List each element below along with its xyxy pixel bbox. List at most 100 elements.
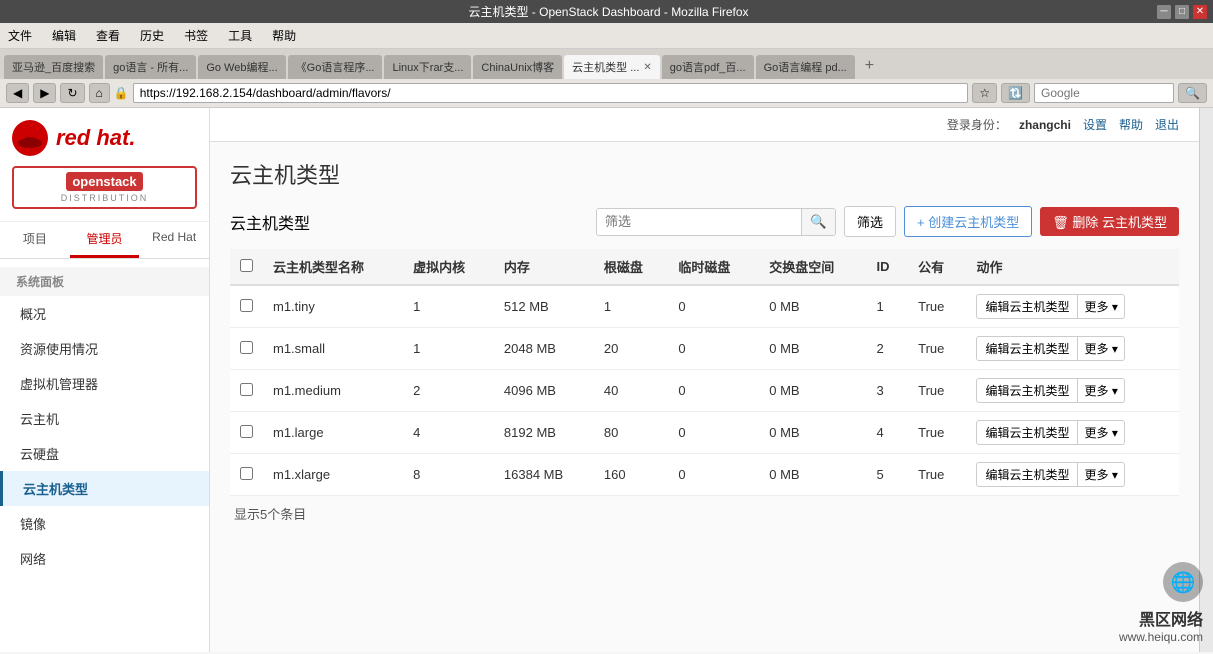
lock-icon: 🔒 bbox=[114, 86, 129, 100]
sidebar-item-flavors[interactable]: 云主机类型 bbox=[0, 471, 209, 506]
new-tab-button[interactable]: + bbox=[857, 53, 882, 79]
row-public: True bbox=[908, 328, 966, 370]
table-row: m1.tiny 1 512 MB 1 0 0 MB 1 True 编辑云主机类型… bbox=[230, 285, 1179, 328]
row-checkbox-cell bbox=[230, 370, 263, 412]
more-actions-button-4[interactable]: 更多 ▾ bbox=[1078, 462, 1124, 487]
section-title: 云主机类型 bbox=[230, 210, 310, 234]
row-checkbox-1[interactable] bbox=[240, 341, 253, 354]
tab-close-icon[interactable]: ✕ bbox=[643, 62, 651, 73]
browser-search-input[interactable] bbox=[1034, 83, 1174, 103]
row-checkbox-4[interactable] bbox=[240, 467, 253, 480]
row-name: m1.large bbox=[263, 412, 403, 454]
search-button[interactable]: 🔍 bbox=[801, 209, 835, 235]
delete-flavor-button[interactable]: 🗑 删除 云主机类型 bbox=[1040, 207, 1179, 236]
table-row: m1.small 1 2048 MB 20 0 0 MB 2 True 编辑云主… bbox=[230, 328, 1179, 370]
row-actions: 编辑云主机类型更多 ▾ bbox=[966, 370, 1179, 412]
menu-help[interactable]: 帮助 bbox=[268, 25, 300, 46]
menu-file[interactable]: 文件 bbox=[4, 25, 36, 46]
tab-admin[interactable]: 管理员 bbox=[70, 222, 140, 258]
table-header-row: 云主机类型名称 虚拟内核 内存 根磁盘 临时磁盘 交换盘空间 ID 公有 动作 bbox=[230, 249, 1179, 285]
more-actions-button-3[interactable]: 更多 ▾ bbox=[1078, 420, 1124, 445]
tabs-bar: 亚马逊_百度搜索 go语言 - 所有... Go Web编程... 《Go语言程… bbox=[0, 49, 1213, 79]
create-flavor-button[interactable]: + 创建云主机类型 bbox=[904, 206, 1032, 237]
sidebar-item-resource-usage[interactable]: 资源使用情况 bbox=[0, 331, 209, 366]
col-ram: 内存 bbox=[494, 249, 594, 285]
sidebar-item-overview[interactable]: 概况 bbox=[0, 296, 209, 331]
browser-tab-8[interactable]: Go语言编程 pd... bbox=[756, 55, 855, 79]
login-label: 登录身份： bbox=[947, 116, 1007, 133]
browser-tab-3[interactable]: 《Go语言程序... bbox=[288, 55, 383, 79]
col-vcpus: 虚拟内核 bbox=[403, 249, 494, 285]
refresh-button[interactable]: 🔃 bbox=[1001, 83, 1030, 103]
close-button[interactable]: ✕ bbox=[1193, 5, 1207, 19]
row-ephemeral: 0 bbox=[668, 370, 759, 412]
browser-tab-1[interactable]: go语言 - 所有... bbox=[105, 55, 196, 79]
edit-flavor-button-3[interactable]: 编辑云主机类型 bbox=[976, 420, 1078, 445]
sidebar-item-instances[interactable]: 云主机 bbox=[0, 401, 209, 436]
edit-flavor-button-4[interactable]: 编辑云主机类型 bbox=[976, 462, 1078, 487]
menu-edit[interactable]: 编辑 bbox=[48, 25, 80, 46]
row-checkbox-0[interactable] bbox=[240, 299, 253, 312]
row-swap: 0 MB bbox=[759, 285, 866, 328]
row-ephemeral: 0 bbox=[668, 285, 759, 328]
tab-redhat[interactable]: Red Hat bbox=[139, 222, 209, 258]
row-ephemeral: 0 bbox=[668, 412, 759, 454]
back-button[interactable]: ◀ bbox=[6, 83, 29, 103]
more-actions-button-2[interactable]: 更多 ▾ bbox=[1078, 378, 1124, 403]
watermark: 🌐 黑区网络 www.heiqu.com bbox=[1119, 562, 1203, 644]
row-checkbox-3[interactable] bbox=[240, 425, 253, 438]
help-link[interactable]: 帮助 bbox=[1119, 116, 1143, 133]
watermark-url: www.heiqu.com bbox=[1119, 630, 1203, 644]
tab-label: Go Web编程... bbox=[206, 59, 277, 75]
edit-flavor-button-0[interactable]: 编辑云主机类型 bbox=[976, 294, 1078, 319]
table-row: m1.medium 2 4096 MB 40 0 0 MB 3 True 编辑云… bbox=[230, 370, 1179, 412]
bookmark-button[interactable]: ☆ bbox=[972, 83, 997, 103]
forward-button[interactable]: ▶ bbox=[33, 83, 56, 103]
edit-flavor-button-1[interactable]: 编辑云主机类型 bbox=[976, 336, 1078, 361]
sidebar-item-volumes[interactable]: 云硬盘 bbox=[0, 436, 209, 471]
col-disk: 根磁盘 bbox=[594, 249, 668, 285]
filter-button[interactable]: 筛选 bbox=[844, 206, 896, 237]
sidebar-logo-area: red hat. openstack DISTRIBUTION bbox=[0, 108, 209, 222]
address-input[interactable] bbox=[133, 83, 969, 103]
menu-history[interactable]: 历史 bbox=[136, 25, 168, 46]
browser-tab-5[interactable]: ChinaUnix博客 bbox=[473, 55, 562, 79]
sidebar-item-hypervisor[interactable]: 虚拟机管理器 bbox=[0, 366, 209, 401]
reload-button[interactable]: ↻ bbox=[60, 83, 84, 103]
more-actions-button-0[interactable]: 更多 ▾ bbox=[1078, 294, 1124, 319]
content-area: 云主机类型 云主机类型 🔍 筛选 + 创建云主机类型 🗑 删除 云主机类型 bbox=[210, 142, 1199, 547]
menu-view[interactable]: 查看 bbox=[92, 25, 124, 46]
select-all-checkbox[interactable] bbox=[240, 259, 253, 272]
minimize-button[interactable]: ─ bbox=[1157, 5, 1171, 19]
browser-tab-0[interactable]: 亚马逊_百度搜索 bbox=[4, 55, 103, 79]
col-checkbox bbox=[230, 249, 263, 285]
menu-tools[interactable]: 工具 bbox=[224, 25, 256, 46]
browser-tab-6[interactable]: 云主机类型 ... ✕ bbox=[564, 55, 660, 79]
row-vcpus: 2 bbox=[403, 370, 494, 412]
tab-project[interactable]: 项目 bbox=[0, 222, 70, 258]
app-container: red hat. openstack DISTRIBUTION 项目 管理员 R… bbox=[0, 108, 1213, 652]
row-actions: 编辑云主机类型更多 ▾ bbox=[966, 412, 1179, 454]
redhat-hat-icon bbox=[12, 120, 48, 156]
menu-bookmarks[interactable]: 书签 bbox=[180, 25, 212, 46]
maximize-button[interactable]: □ bbox=[1175, 5, 1189, 19]
sidebar-item-images[interactable]: 镜像 bbox=[0, 506, 209, 541]
tab-label: ChinaUnix博客 bbox=[481, 59, 554, 75]
browser-tab-7[interactable]: go语言pdf_百... bbox=[662, 55, 754, 79]
logout-link[interactable]: 退出 bbox=[1155, 116, 1179, 133]
search-go-button[interactable]: 🔍 bbox=[1178, 83, 1207, 103]
browser-tab-2[interactable]: Go Web编程... bbox=[198, 55, 285, 79]
row-swap: 0 MB bbox=[759, 412, 866, 454]
sidebar-item-networks[interactable]: 网络 bbox=[0, 541, 209, 576]
search-input[interactable] bbox=[597, 209, 801, 235]
settings-link[interactable]: 设置 bbox=[1083, 116, 1107, 133]
row-id: 3 bbox=[867, 370, 909, 412]
more-actions-button-1[interactable]: 更多 ▾ bbox=[1078, 336, 1124, 361]
edit-flavor-button-2[interactable]: 编辑云主机类型 bbox=[976, 378, 1078, 403]
home-button[interactable]: ⌂ bbox=[89, 83, 110, 103]
window-controls[interactable]: ─ □ ✕ bbox=[1157, 5, 1213, 19]
browser-tab-4[interactable]: Linux下rar支... bbox=[384, 55, 471, 79]
sidebar-section: 系统面板 概况 资源使用情况 虚拟机管理器 云主机 云硬盘 云主机类型 镜像 网… bbox=[0, 259, 209, 584]
sidebar-section-title: 系统面板 bbox=[0, 267, 209, 296]
row-checkbox-2[interactable] bbox=[240, 383, 253, 396]
